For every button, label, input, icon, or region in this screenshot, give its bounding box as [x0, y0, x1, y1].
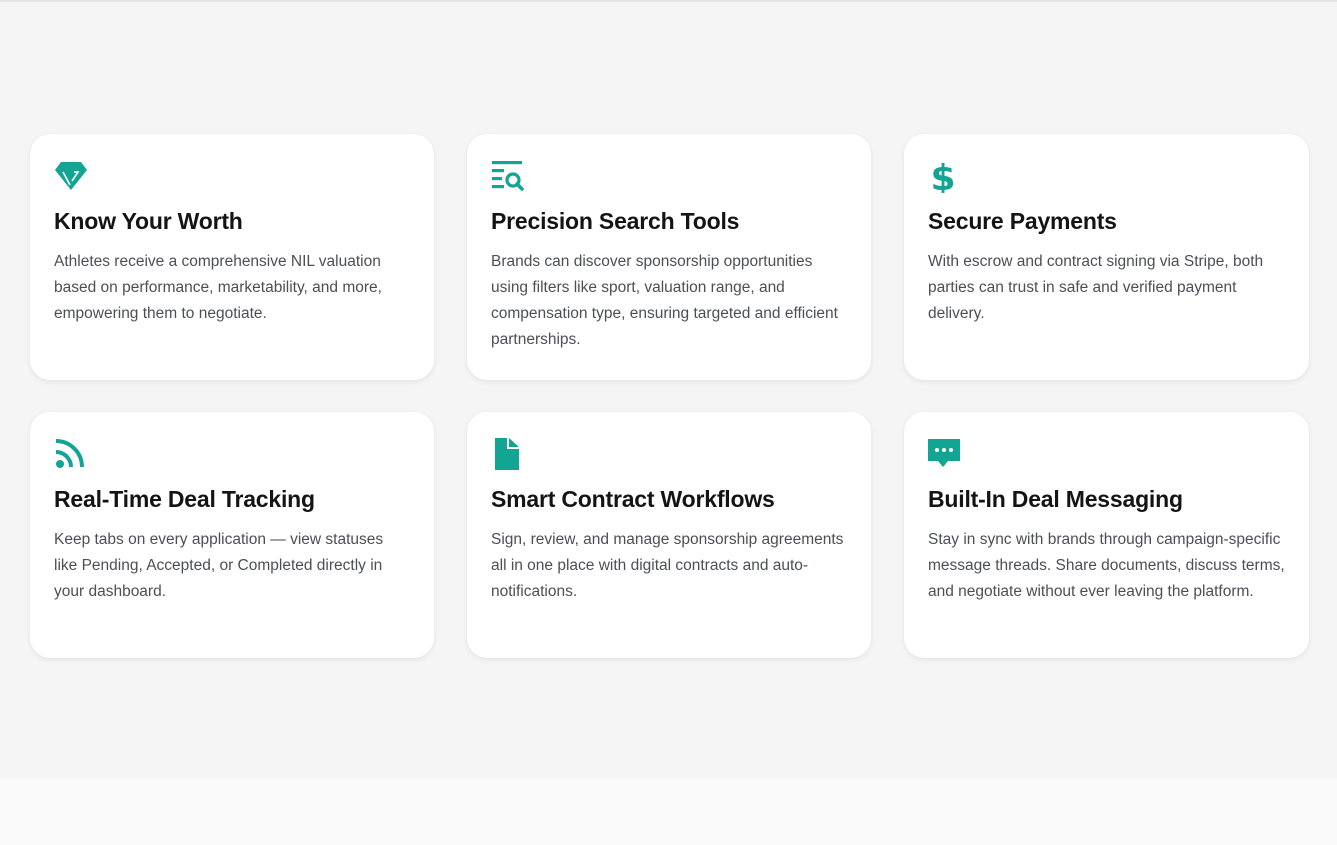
- feature-title: Built-In Deal Messaging: [928, 486, 1183, 512]
- feature-card-know-your-worth: Know Your Worth Athletes receive a compr…: [30, 134, 434, 380]
- feature-card-secure-payments: $ Secure Payments With escrow and contra…: [904, 134, 1309, 380]
- feature-description: Stay in sync with brands through campaig…: [928, 531, 1285, 600]
- feature-title: Real-Time Deal Tracking: [54, 486, 315, 512]
- feature-description: Sign, review, and manage sponsorship agr…: [491, 531, 844, 600]
- feature-description: Keep tabs on every application — view st…: [54, 531, 384, 600]
- svg-text:$: $: [930, 159, 955, 193]
- feature-description: Athletes receive a comprehensive NIL val…: [54, 253, 382, 322]
- message-icon: [928, 437, 962, 471]
- feature-card-built-in-deal-messaging: Built-In Deal Messaging Stay in sync wit…: [904, 412, 1309, 658]
- feature-description: Brands can discover sponsorship opportun…: [491, 253, 838, 348]
- feature-title: Know Your Worth: [54, 208, 243, 234]
- dollar-icon: $: [928, 159, 962, 193]
- search-list-icon: [491, 159, 525, 193]
- feature-title: Secure Payments: [928, 208, 1117, 234]
- document-icon: [491, 437, 525, 471]
- features-grid: Know Your Worth Athletes receive a compr…: [30, 134, 1309, 658]
- feature-description: With escrow and contract signing via Str…: [928, 253, 1264, 322]
- feature-title: Smart Contract Workflows: [491, 486, 775, 512]
- feature-card-real-time-deal-tracking: Real-Time Deal Tracking Keep tabs on eve…: [30, 412, 434, 658]
- features-section: Know Your Worth Athletes receive a compr…: [0, 2, 1337, 778]
- feature-card-smart-contract-workflows: Smart Contract Workflows Sign, review, a…: [467, 412, 871, 658]
- rss-icon: [54, 437, 88, 471]
- diamond-icon: [54, 159, 88, 193]
- feature-title: Precision Search Tools: [491, 208, 740, 234]
- feature-card-precision-search-tools: Precision Search Tools Brands can discov…: [467, 134, 871, 380]
